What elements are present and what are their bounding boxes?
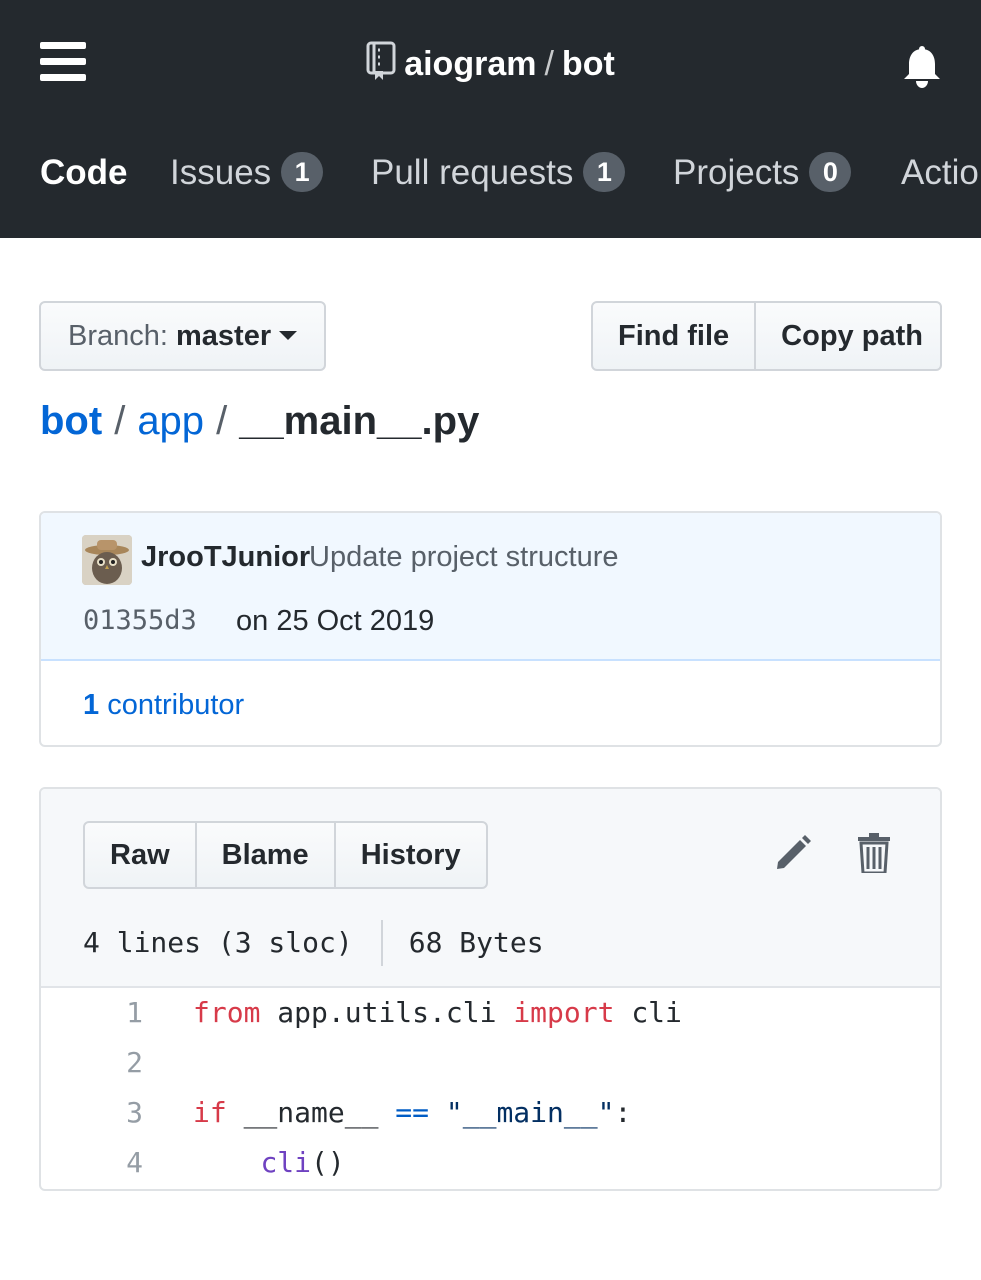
code-token: "__main__" xyxy=(445,1096,615,1129)
code-line: 3 if __name__ == "__main__": xyxy=(41,1088,940,1138)
line-content: from app.utils.cli import cli xyxy=(193,988,682,1038)
code-token: == xyxy=(395,1096,430,1129)
code-token: : xyxy=(614,1096,632,1129)
code-line: 4 cli() xyxy=(41,1138,940,1188)
file-size: 68 Bytes xyxy=(408,926,544,959)
trash-icon[interactable] xyxy=(857,833,891,873)
breadcrumb-separator: / xyxy=(114,399,126,443)
branch-label: Branch: xyxy=(68,320,168,352)
line-number[interactable]: 1 xyxy=(41,988,143,1038)
avatar[interactable] xyxy=(82,535,132,585)
breadcrumb-folder-link[interactable]: app xyxy=(137,399,204,443)
line-content: if __name__ == "__main__": xyxy=(193,1088,631,1138)
blame-button[interactable]: Blame xyxy=(194,823,334,887)
projects-counter: 0 xyxy=(809,152,852,192)
contributors-link[interactable]: 1 contributor xyxy=(83,689,244,722)
line-number[interactable]: 3 xyxy=(41,1088,143,1138)
code-token: cli xyxy=(260,1146,312,1179)
code-line: 1 from app.utils.cli import cli xyxy=(41,988,940,1038)
latest-commit-box: JrooTJunior Update project structure 013… xyxy=(39,511,942,747)
owl-avatar-image xyxy=(82,535,132,585)
issues-counter: 1 xyxy=(281,152,324,192)
find-file-button[interactable]: Find file xyxy=(593,303,754,369)
history-button[interactable]: History xyxy=(333,823,486,887)
repo-separator: / xyxy=(544,45,554,83)
branch-select-button[interactable]: Branch: master xyxy=(39,301,326,371)
file-lines-info: 4 lines (3 sloc) xyxy=(83,926,353,959)
contributors-count: 1 xyxy=(83,689,100,721)
code-token: () xyxy=(311,1146,345,1179)
commit-sha-link[interactable]: 01355d3 xyxy=(83,605,197,636)
commit-date: on 25 Oct 2019 xyxy=(236,605,435,637)
raw-button[interactable]: Raw xyxy=(85,823,195,887)
repo-icon xyxy=(366,41,396,80)
pencil-icon[interactable] xyxy=(774,834,812,872)
app-header: aiogram / bot Code Issues 1 Pull requests 1 … xyxy=(0,0,981,238)
file-view-actions: Raw Blame History xyxy=(83,821,488,889)
code-token: import xyxy=(513,996,615,1029)
tab-code-label: Code xyxy=(40,153,128,192)
tab-actions-label: Actio xyxy=(901,153,979,192)
tab-pull-requests-label: Pull requests xyxy=(371,153,574,192)
code-token: from xyxy=(193,996,261,1029)
tab-pull-requests[interactable]: Pull requests 1 xyxy=(371,148,626,198)
tab-issues-label: Issues xyxy=(170,153,272,192)
tab-projects-label: Projects xyxy=(673,153,800,192)
code-body: 1 from app.utils.cli import cli 2 3 if __nam… xyxy=(41,988,940,1188)
line-content: cli() xyxy=(193,1138,345,1188)
tab-actions[interactable]: Actio xyxy=(901,148,979,198)
code-token: app.utils.cli xyxy=(260,996,514,1029)
bell-icon[interactable] xyxy=(902,46,942,88)
tab-code[interactable]: Code xyxy=(40,148,128,198)
code-line: 2 xyxy=(41,1038,940,1088)
file-view: Raw Blame History 4 lines (3 sloc) 68 Byt… xyxy=(39,787,942,1191)
breadcrumb-separator: / xyxy=(216,399,228,443)
code-token: cli xyxy=(614,996,682,1029)
commit-author-link[interactable]: JrooTJunior xyxy=(141,541,310,574)
repo-owner-link[interactable]: aiogram xyxy=(404,45,536,83)
tab-issues[interactable]: Issues 1 xyxy=(170,148,324,198)
code-token: __name__ xyxy=(226,1096,396,1129)
file-info-divider xyxy=(380,920,383,966)
commit-tease: JrooTJunior Update project structure 013… xyxy=(41,513,940,661)
file-actions-group: Find file Copy path xyxy=(591,301,942,371)
code-token: if xyxy=(193,1096,227,1129)
contributors-label: contributor xyxy=(107,689,245,721)
breadcrumb-root-link[interactable]: bot xyxy=(40,399,102,443)
repo-nav: Code Issues 1 Pull requests 1 Projects 0 Ac… xyxy=(0,148,981,200)
branch-value: master xyxy=(176,320,272,352)
caret-down-icon xyxy=(279,331,298,340)
breadcrumb-current-file: __main__.py xyxy=(239,399,480,443)
file-info: 4 lines (3 sloc) 68 Bytes xyxy=(83,920,544,966)
file-header: Raw Blame History 4 lines (3 sloc) 68 Byt… xyxy=(41,789,940,988)
breadcrumb: bot / app / __main__.py xyxy=(40,396,479,446)
copy-path-button[interactable]: Copy path xyxy=(754,303,940,369)
line-number[interactable]: 4 xyxy=(41,1138,143,1188)
line-number[interactable]: 2 xyxy=(41,1038,143,1088)
pull-requests-counter: 1 xyxy=(583,152,626,192)
tab-projects[interactable]: Projects 0 xyxy=(673,148,852,198)
commit-message-link[interactable]: Update project structure xyxy=(309,541,618,574)
repo-name-link[interactable]: bot xyxy=(562,45,615,83)
repo-title: aiogram / bot xyxy=(0,40,981,88)
